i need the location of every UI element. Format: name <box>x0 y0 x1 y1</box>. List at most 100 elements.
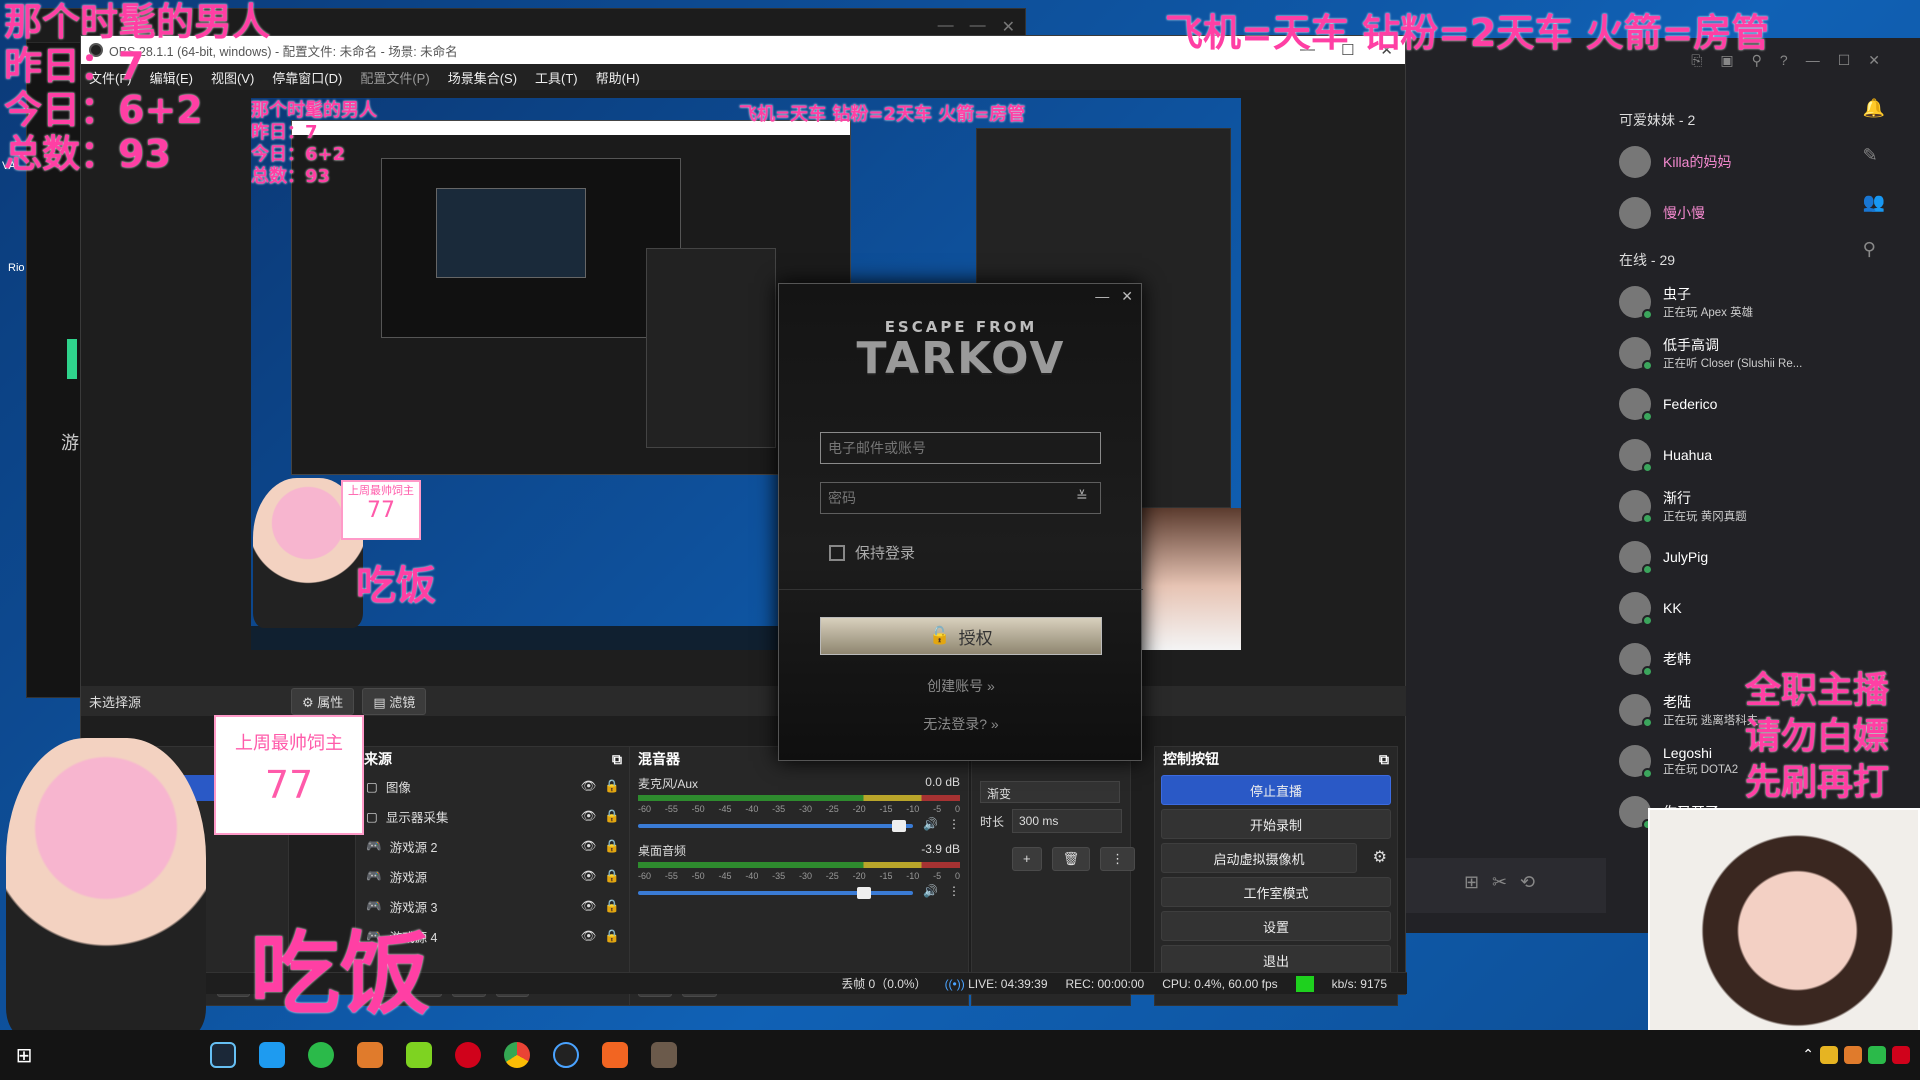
chat-close-icon[interactable]: ✕ <box>1868 52 1880 69</box>
rotate-icon[interactable]: ⟲ <box>1520 872 1535 893</box>
kook-icon[interactable] <box>394 1030 443 1080</box>
friend-item[interactable]: 低手高调 正在听 Closer (Slushii Re... <box>1619 327 1869 378</box>
source-row[interactable]: ▢ 显示器采集 👁 🔒 <box>356 801 630 831</box>
speaker-icon[interactable]: 🔊 <box>923 884 938 898</box>
volume-slider-handle[interactable] <box>856 887 871 899</box>
remember-checkbox[interactable] <box>829 544 845 561</box>
studio-mode-button[interactable]: 工作室模式 <box>1161 877 1391 907</box>
tray-icon-4[interactable] <box>1892 1046 1910 1064</box>
app-icon[interactable] <box>345 1030 394 1080</box>
friend-item[interactable]: 慢小慢 <box>1619 187 1869 238</box>
rail-search-icon[interactable]: ⚲ <box>1863 239 1885 260</box>
undock-icon[interactable]: ⧉ <box>612 751 622 768</box>
menu-help[interactable]: 帮助(H) <box>596 68 640 87</box>
online-status-dot <box>1642 410 1653 422</box>
tarkov-close-icon[interactable]: ✕ <box>1121 288 1133 305</box>
tray-icon-2[interactable] <box>1844 1046 1862 1064</box>
chat-minimize-icon[interactable]: — <box>1806 52 1820 69</box>
members-icon[interactable]: 👥 <box>1863 192 1885 213</box>
tray-expand-icon[interactable]: ⌃ <box>1802 1046 1814 1064</box>
menu-tools[interactable]: 工具(T) <box>535 68 578 87</box>
create-account-link[interactable]: 创建账号 » <box>779 676 1143 696</box>
friend-item[interactable]: Killa的妈妈 <box>1619 136 1869 187</box>
visibility-eye-icon[interactable]: 👁 <box>581 929 597 944</box>
friend-item[interactable]: Huahua <box>1619 429 1869 480</box>
stop-streaming-button[interactable]: 停止直播 <box>1161 775 1391 805</box>
add-icon[interactable]: ⊞ <box>1464 872 1479 893</box>
lock-icon[interactable]: 🔒 <box>604 869 620 884</box>
tray-wechat-icon[interactable] <box>1868 1046 1886 1064</box>
exit-button[interactable]: 退出 <box>1161 945 1391 975</box>
password-field[interactable] <box>820 482 1101 514</box>
email-field[interactable] <box>820 432 1101 464</box>
visibility-eye-icon[interactable]: 👁 <box>581 869 597 884</box>
properties-button[interactable]: ⚙ 属性 <box>291 687 355 715</box>
lock-icon[interactable]: 🔒 <box>604 809 620 824</box>
filters-button[interactable]: ▤ 滤镜 <box>362 687 427 715</box>
speaker-icon[interactable]: 🔊 <box>923 817 938 831</box>
scale-tick: -5 <box>933 804 942 814</box>
lock-icon[interactable]: 🔒 <box>604 839 620 854</box>
menu-docks[interactable]: 停靠窗口(D) <box>272 68 342 87</box>
sources-title: 来源 <box>364 751 392 767</box>
wechat-icon[interactable] <box>296 1030 345 1080</box>
authorize-button[interactable]: 🔓 授权 <box>820 617 1102 655</box>
settings-button[interactable]: 设置 <box>1161 911 1391 941</box>
friend-item[interactable]: JulyPig <box>1619 531 1869 582</box>
virtual-camera-settings-icon[interactable]: ⚙ <box>1373 847 1387 867</box>
visibility-eye-icon[interactable]: 👁 <box>581 809 597 824</box>
desktop-label-rio[interactable]: Rio <box>8 262 25 274</box>
obs-icon[interactable] <box>541 1030 590 1080</box>
source-row[interactable]: 🎮 游戏源 👁 🔒 <box>356 861 630 891</box>
tarkov-minimize-icon[interactable]: — <box>1095 288 1109 305</box>
remember-login[interactable]: 保持登录 <box>829 542 915 563</box>
friend-item[interactable]: KK <box>1619 582 1869 633</box>
menu-scene-collection[interactable]: 场景集合(S) <box>448 68 517 87</box>
virtual-camera-button[interactable]: 启动虚拟摄像机 <box>1161 843 1357 873</box>
chat-input-bar[interactable]: ⊞ ✂ ⟲ <box>1406 858 1606 913</box>
visibility-eye-icon[interactable]: 👁 <box>581 839 597 854</box>
menu-profile[interactable]: 配置文件(P) <box>360 68 429 87</box>
show-password-icon[interactable]: ≚ <box>1076 488 1088 505</box>
duration-input[interactable]: 300 ms <box>1012 809 1122 833</box>
help-icon[interactable]: ? <box>1780 52 1788 69</box>
chrome-icon[interactable] <box>492 1030 541 1080</box>
visibility-eye-icon[interactable]: 👁 <box>581 779 597 794</box>
obs-red-icon[interactable] <box>443 1030 492 1080</box>
lock-icon[interactable]: 🔒 <box>604 899 620 914</box>
source-row[interactable]: 🎮 游戏源 3 👁 🔒 <box>356 891 630 921</box>
cant-login-link[interactable]: 无法登录? » <box>779 714 1143 734</box>
channel-menu-icon[interactable]: ⋮ <box>948 817 960 831</box>
start-recording-button[interactable]: 开始录制 <box>1161 809 1391 839</box>
transition-select[interactable]: 渐变 <box>980 781 1120 803</box>
remove-transition-button[interactable]: 🗑 <box>1051 847 1091 871</box>
channel-menu-icon[interactable]: ⋮ <box>948 884 960 898</box>
qq-icon[interactable] <box>247 1030 296 1080</box>
visibility-eye-icon[interactable]: 👁 <box>581 899 597 914</box>
volume-slider[interactable] <box>638 820 914 832</box>
lock-icon[interactable]: 🔒 <box>604 779 620 794</box>
source-row[interactable]: ▢ 图像 👁 🔒 <box>356 771 630 801</box>
add-transition-button[interactable]: + <box>1012 847 1042 871</box>
background-window-text: 游 <box>61 433 79 453</box>
transition-menu-button[interactable]: ⋮ <box>1100 847 1136 871</box>
volume-slider[interactable] <box>638 887 914 899</box>
tray-icon-1[interactable] <box>1820 1046 1838 1064</box>
background-window-controls[interactable]: — — ✕ <box>938 17 1015 37</box>
controls-undock-icon[interactable]: ⧉ <box>1379 751 1389 768</box>
avatar <box>1619 795 1653 830</box>
ps-icon[interactable] <box>590 1030 639 1080</box>
scissors-icon[interactable]: ✂ <box>1492 872 1507 893</box>
lock-icon[interactable]: 🔒 <box>604 929 620 944</box>
friend-item[interactable]: 虫子 正在玩 Apex 英雄 <box>1619 276 1869 327</box>
friend-item[interactable]: 渐行 正在玩 黄冈真题 <box>1619 480 1869 531</box>
bell-icon[interactable]: 🔔 <box>1863 98 1885 119</box>
friend-item[interactable]: Federico <box>1619 378 1869 429</box>
source-row[interactable]: 🎮 游戏源 2 👁 🔒 <box>356 831 630 861</box>
pin-icon[interactable]: ✎ <box>1863 145 1885 166</box>
steam-icon[interactable] <box>198 1030 247 1080</box>
windows-start-icon[interactable]: ⊞ <box>0 1030 48 1080</box>
chat-maximize-icon[interactable]: ☐ <box>1838 52 1851 69</box>
volume-slider-handle[interactable] <box>892 820 907 832</box>
tarkov-icon[interactable] <box>639 1030 688 1080</box>
